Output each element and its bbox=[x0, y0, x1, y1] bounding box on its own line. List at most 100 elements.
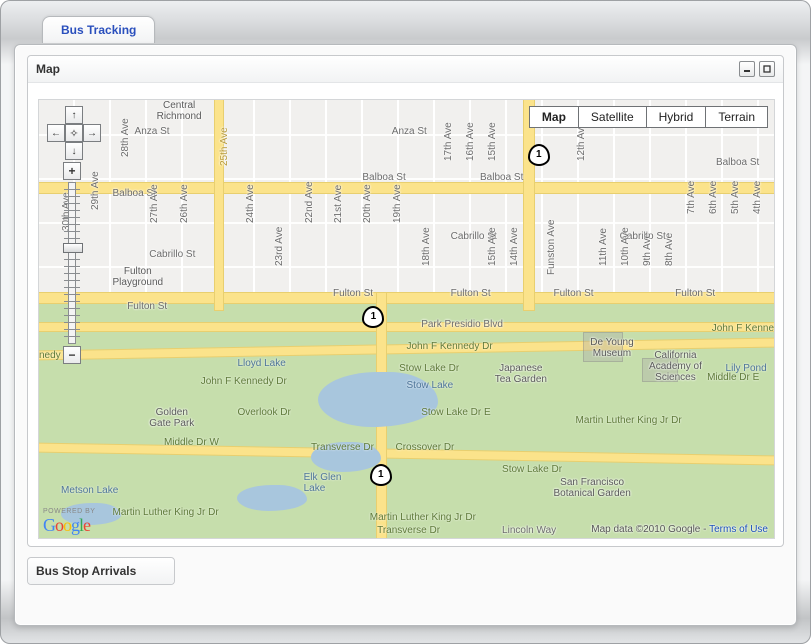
zoom-slider-thumb[interactable] bbox=[63, 243, 83, 253]
label-19th: 19th Ave bbox=[392, 184, 403, 223]
arrow-left-icon: ← bbox=[51, 128, 61, 139]
google-logo: Google bbox=[43, 515, 90, 535]
label-lincoln: Lincoln Way bbox=[502, 525, 556, 536]
label-28th: 28th Ave bbox=[120, 118, 131, 157]
arrow-up-icon: ↑ bbox=[72, 110, 77, 121]
map-panel-tools bbox=[739, 61, 775, 77]
label-cabrillo-1: Cabrillo St bbox=[149, 249, 195, 260]
map-panel: Map bbox=[27, 55, 784, 547]
label-9th: 9th Ave bbox=[642, 233, 653, 266]
zoom-control: + − bbox=[63, 162, 81, 364]
label-16th: 16th Ave bbox=[465, 123, 476, 162]
zoom-out-button[interactable]: − bbox=[63, 346, 81, 364]
maptype-map-button[interactable]: Map bbox=[530, 107, 579, 127]
label-balboa-4: Balboa St bbox=[716, 157, 759, 168]
label-17th: 17th Ave bbox=[443, 123, 454, 162]
label-jfk-2: John F Kenne bbox=[712, 323, 774, 334]
label-crossover: Crossover Dr bbox=[395, 442, 454, 453]
road-park-presidio-v bbox=[524, 100, 534, 310]
poi-fulton-pg: Fulton Playground bbox=[113, 266, 164, 288]
map-panel-header: Map bbox=[28, 56, 783, 83]
label-15th: 15th Ave bbox=[487, 123, 498, 162]
label-funston: Funston Ave bbox=[546, 220, 557, 275]
main-window: Map bbox=[14, 44, 797, 626]
attribution-text: Map data ©2010 Google - bbox=[591, 524, 706, 535]
label-27th: 27th Ave bbox=[149, 184, 160, 223]
poi-botanical: San Francisco Botanical Garden bbox=[554, 477, 631, 499]
poi-central-richmond: Central Richmond bbox=[157, 100, 202, 122]
label-fulton-5: Fulton St bbox=[675, 288, 715, 299]
label-fulton-2: Fulton St bbox=[333, 288, 373, 299]
poi-cas: California Academy of Sciences bbox=[649, 350, 702, 383]
label-20th: 20th Ave bbox=[362, 184, 373, 223]
arrow-right-icon: → bbox=[87, 128, 97, 139]
label-mlk-1: Martin Luther King Jr Dr bbox=[370, 512, 476, 523]
label-middlew: Middle Dr W bbox=[164, 437, 219, 448]
minimize-button[interactable] bbox=[739, 61, 755, 77]
label-4th: 4th Ave bbox=[752, 181, 763, 214]
poi-japanese: Japanese Tea Garden bbox=[495, 363, 547, 385]
map-canvas[interactable]: 1 1 1 Anza St Anza St Balboa St Balboa S… bbox=[38, 99, 775, 539]
maximize-icon bbox=[763, 65, 771, 73]
map-attribution: Map data ©2010 Google - Terms of Use bbox=[591, 524, 768, 535]
maptype-satellite-button[interactable]: Satellite bbox=[579, 107, 647, 127]
arrow-down-icon: ↓ bbox=[72, 146, 77, 157]
reset-icon: ✧ bbox=[69, 127, 78, 140]
label-22nd: 22nd Ave bbox=[304, 181, 315, 223]
arrivals-panel[interactable]: Bus Stop Arrivals bbox=[27, 557, 175, 585]
label-14th: 14th Ave bbox=[509, 228, 520, 267]
arrivals-panel-header[interactable]: Bus Stop Arrivals bbox=[28, 558, 174, 584]
label-jfk-3: John F Kennedy Dr bbox=[201, 376, 287, 387]
label-mlk-2: Martin Luther King Jr Dr bbox=[113, 507, 219, 518]
label-11th: 11th Ave bbox=[598, 228, 609, 266]
label-fulton-1: Fulton St bbox=[127, 301, 167, 312]
map-type-bar: Map Satellite Hybrid Terrain bbox=[529, 106, 768, 128]
label-anza-2: Anza St bbox=[392, 126, 427, 137]
label-transverse: Transverse Dr bbox=[311, 442, 374, 453]
maptype-hybrid-button[interactable]: Hybrid bbox=[647, 107, 707, 127]
label-presidio: Park Presidio Blvd bbox=[421, 319, 503, 330]
zoom-in-button[interactable]: + bbox=[63, 162, 81, 180]
tab-label: Bus Tracking bbox=[61, 23, 136, 37]
label-12th: 12th Ave bbox=[576, 123, 587, 162]
poi-ggp: Golden Gate Park bbox=[149, 407, 194, 429]
minus-icon: − bbox=[68, 348, 75, 362]
maptype-terrain-button[interactable]: Terrain bbox=[706, 107, 767, 127]
poi-lily: Lily Pond bbox=[726, 363, 767, 374]
label-10th: 10th Ave bbox=[620, 228, 631, 267]
poi-lloyd: Lloyd Lake bbox=[237, 358, 285, 369]
label-7th: 7th Ave bbox=[686, 181, 697, 214]
label-23rd: 23rd Ave bbox=[274, 227, 285, 266]
label-21st: 21st Ave bbox=[333, 184, 344, 222]
label-overlook: Overlook Dr bbox=[237, 407, 290, 418]
label-balboa-3: Balboa St bbox=[480, 172, 523, 183]
pan-down-button[interactable]: ↓ bbox=[65, 142, 83, 160]
maximize-button[interactable] bbox=[759, 61, 775, 77]
label-15th-b: 15th Ave bbox=[487, 228, 498, 267]
map-panel-title: Map bbox=[36, 62, 60, 76]
label-stow2: Stow Lake Dr bbox=[502, 464, 562, 475]
plus-icon: + bbox=[68, 164, 75, 178]
label-mlk-3: Martin Luther King Jr Dr bbox=[576, 415, 682, 426]
poi-stow: Stow Lake bbox=[407, 380, 454, 391]
pan-up-button[interactable]: ↑ bbox=[65, 106, 83, 124]
pan-left-button[interactable]: ← bbox=[47, 124, 65, 142]
minimize-icon bbox=[743, 65, 751, 73]
label-fulton-3: Fulton St bbox=[451, 288, 491, 299]
zoom-slider-track[interactable] bbox=[68, 182, 76, 344]
pan-control: ↑ ↓ ← → ✧ bbox=[47, 106, 99, 158]
hwy-shield-1c: 1 bbox=[370, 464, 392, 486]
label-transverse2: Transverse Dr bbox=[377, 525, 440, 536]
label-26th: 26th Ave bbox=[179, 184, 190, 223]
road-presidio bbox=[39, 323, 774, 331]
terms-link[interactable]: Terms of Use bbox=[709, 524, 768, 535]
pan-reset-button[interactable]: ✧ bbox=[65, 124, 83, 142]
label-jfk-1: John F Kennedy Dr bbox=[407, 341, 493, 352]
label-29th: 29th Ave bbox=[90, 171, 101, 210]
label-18th: 18th Ave bbox=[421, 228, 432, 267]
label-6th: 6th Ave bbox=[708, 181, 719, 214]
map-body: 1 1 1 Anza St Anza St Balboa St Balboa S… bbox=[28, 83, 783, 547]
tab-bus-tracking[interactable]: Bus Tracking bbox=[42, 16, 155, 43]
tab-bar: Bus Tracking bbox=[42, 14, 797, 44]
pan-right-button[interactable]: → bbox=[83, 124, 101, 142]
